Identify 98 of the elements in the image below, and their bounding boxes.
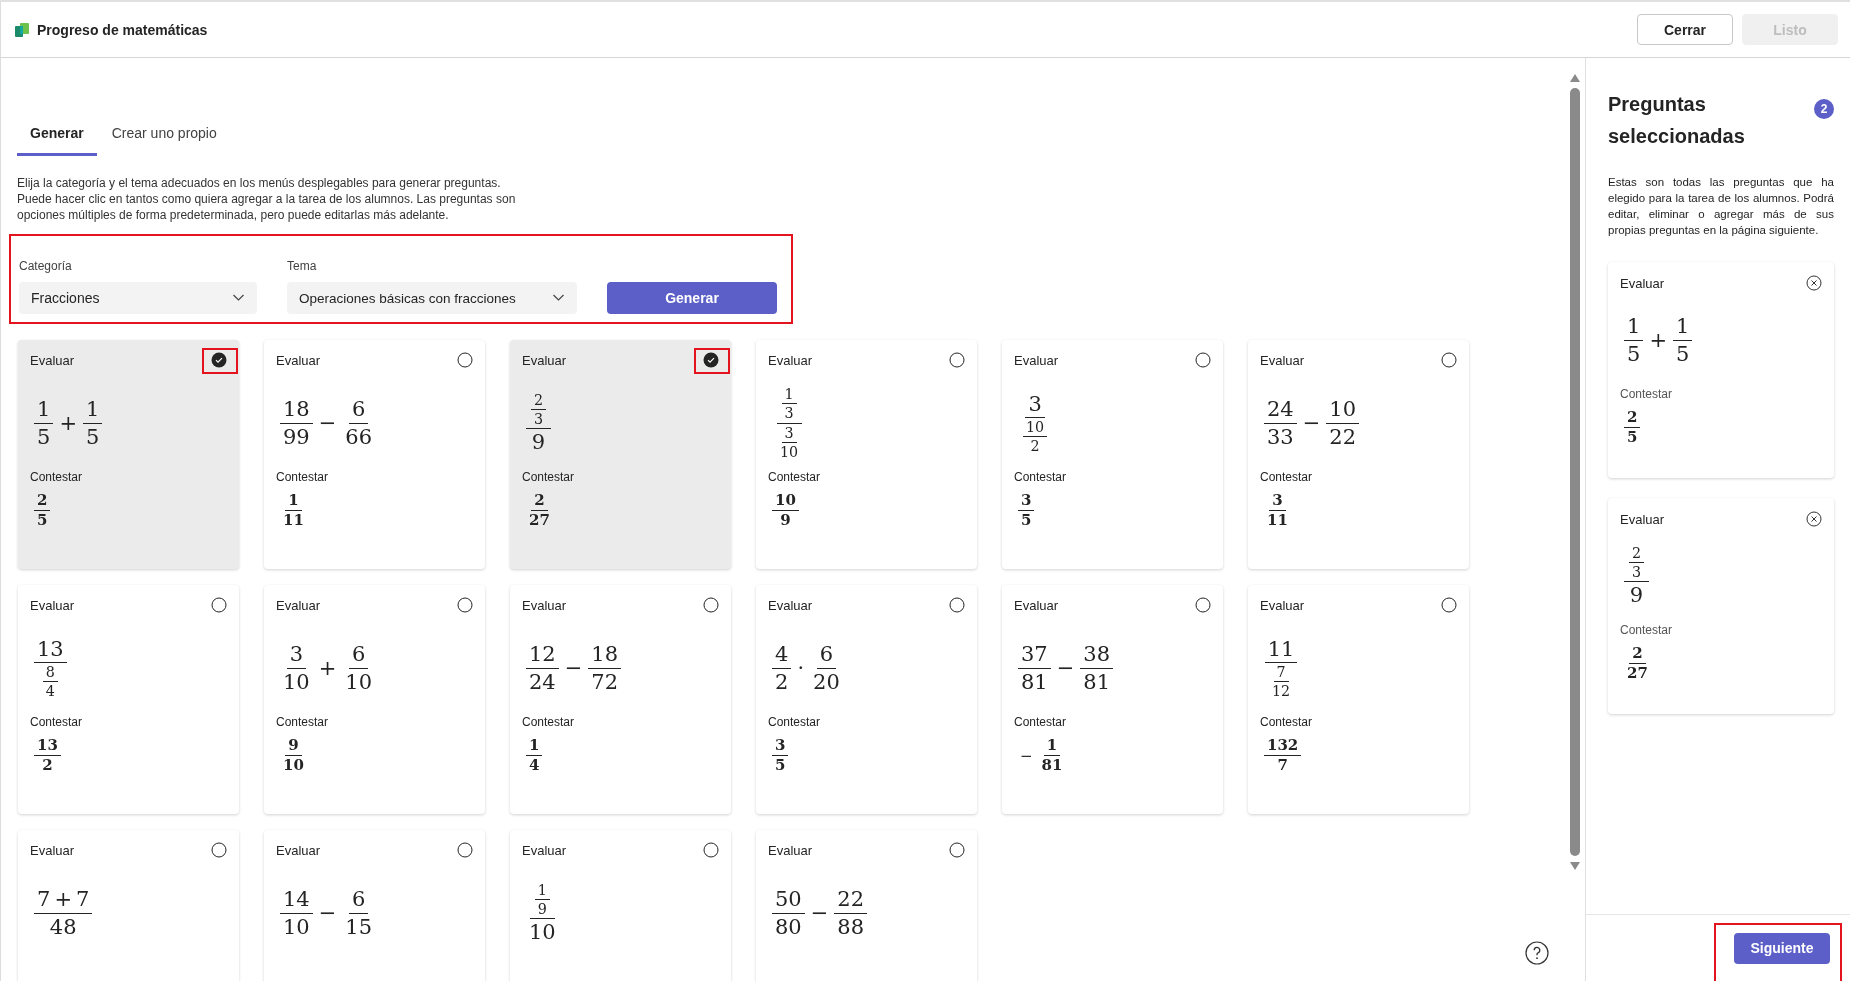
question-card[interactable]: Evaluar 2 3 9 Contestar 2 27 [510, 340, 731, 569]
question-card[interactable]: Evaluar 1 3 3 10 Contestar 10 9 [756, 340, 977, 569]
question-card[interactable]: Evaluar 13 8 4 Contestar 13 2 [18, 585, 239, 814]
answer-label: Contestar [768, 715, 821, 729]
card-label: Evaluar [1620, 275, 1665, 291]
radio-circle-icon[interactable] [211, 842, 227, 858]
card-label: Evaluar [30, 597, 75, 613]
count-badge: 2 [1814, 99, 1834, 119]
card-label: Evaluar [522, 842, 567, 858]
answer-label: Contestar [768, 470, 821, 484]
radio-circle-icon[interactable] [949, 352, 965, 368]
tab[interactable]: Crear uno propio [98, 121, 230, 156]
field-label: Categoría [19, 259, 73, 273]
math-answer: 9 10 [282, 737, 305, 775]
answer-label: Contestar [30, 715, 83, 729]
dropdown[interactable]: Operaciones básicas con fracciones [287, 282, 577, 314]
math-expression: 13 8 4 [30, 637, 69, 699]
card-label: Evaluar [768, 597, 813, 613]
scrollbar-thumb[interactable] [1570, 88, 1580, 856]
generate-button[interactable]: Generar [607, 282, 777, 314]
answer-label: Contestar [1260, 470, 1313, 484]
radio-circle-icon[interactable] [1195, 597, 1211, 613]
answer-label: Contestar [276, 715, 329, 729]
math-answer: 2 5 [30, 492, 53, 530]
math-expression: 2 3 9 [1620, 545, 1652, 607]
radio-circle-icon[interactable] [457, 597, 473, 613]
answer-label: Contestar [522, 715, 575, 729]
math-answer: 1 11 [282, 492, 305, 530]
math-answer: 2 27 [528, 492, 551, 530]
answer-label: Contestar [1620, 387, 1673, 401]
card-label: Evaluar [276, 597, 321, 613]
math-expression: 7 + 7 48 [30, 882, 95, 944]
radio-circle-icon[interactable] [1441, 352, 1457, 368]
checked-circle-icon[interactable] [703, 352, 719, 368]
next-button[interactable]: Siguiente [1734, 932, 1830, 964]
scroll-up-icon[interactable] [1570, 74, 1580, 82]
math-answer: 2 5 [1620, 409, 1643, 447]
card-label: Evaluar [30, 842, 75, 858]
question-card[interactable]: Evaluar 7 + 7 48 [18, 830, 239, 981]
answer-label: Contestar [1620, 623, 1673, 637]
app-title: Progreso de matemáticas [37, 21, 208, 38]
panel-description: Estas son todas las preguntas que ha elegido para la tarea de los alumnos. Podrá editar, eliminar o agregar más de sus propias preguntas en la página siguiente. [1608, 175, 1834, 238]
header-button[interactable]: Cerrar [1637, 14, 1733, 45]
math-expression: 2 3 9 [522, 392, 554, 454]
card-label: Evaluar [768, 842, 813, 858]
tab[interactable]: Generar [17, 121, 97, 156]
radio-circle-icon[interactable] [703, 597, 719, 613]
card-label: Evaluar [1014, 597, 1059, 613]
chevron-down-icon [552, 294, 565, 302]
radio-circle-icon[interactable] [457, 842, 473, 858]
card-label: Evaluar [276, 352, 321, 368]
answer-label: Contestar [30, 470, 83, 484]
remove-icon[interactable] [1806, 275, 1822, 291]
card-label: Evaluar [1260, 597, 1305, 613]
radio-circle-icon[interactable] [703, 842, 719, 858]
question-card[interactable]: Evaluar 3 10 2 Contestar 3 5 [1002, 340, 1223, 569]
math-answer: 10 9 [768, 492, 801, 530]
math-expression: 11 7 12 [1260, 637, 1301, 699]
question-card[interactable]: Evaluar 1 9 10 [510, 830, 731, 981]
question-card[interactable]: Evaluar 11 7 12 Contestar 132 7 [1248, 585, 1469, 814]
math-answer: 3 5 [1014, 492, 1037, 530]
radio-circle-icon[interactable] [457, 352, 473, 368]
answer-label: Contestar [1260, 715, 1313, 729]
radio-circle-icon[interactable] [949, 597, 965, 613]
radio-circle-icon[interactable] [211, 597, 227, 613]
math-answer: 3 5 [768, 737, 791, 775]
card-label: Evaluar [768, 352, 813, 368]
answer-label: Contestar [276, 470, 329, 484]
chevron-down-icon [232, 294, 245, 302]
answer-label: Contestar [1014, 715, 1067, 729]
checked-circle-icon[interactable] [211, 352, 227, 368]
math-expression: 3 10 2 [1014, 392, 1055, 454]
app-logo-icon [15, 22, 29, 37]
card-label: Evaluar [1260, 352, 1305, 368]
math-expression: 1 9 10 [528, 882, 557, 944]
answer-label: Contestar [522, 470, 575, 484]
math-answer: 2 27 [1626, 645, 1649, 683]
card-label: Evaluar [276, 842, 321, 858]
answer-label: Contestar [1014, 470, 1067, 484]
radio-circle-icon[interactable] [949, 842, 965, 858]
instructions-text: Elija la categoría y el tema adecuados en los menús desplegables para generar preguntas. Puede hacer clic en tantos como quiera agregar a la tarea de los alumnos. Las preguntas son opciones múltiples de forma predeterminada, pero puede editarlas más adelante. [17, 175, 517, 223]
math-answer: 13 2 [30, 737, 63, 775]
field-label: Tema [287, 259, 318, 273]
panel-title: Preguntas seleccionadas [1608, 92, 1746, 149]
remove-icon[interactable] [1806, 511, 1822, 527]
card-label: Evaluar [522, 352, 567, 368]
dropdown[interactable]: Fracciones [19, 282, 257, 314]
help-icon[interactable] [1525, 941, 1549, 965]
math-answer: 1 4 [522, 737, 545, 775]
card-label: Evaluar [522, 597, 567, 613]
card-label: Evaluar [1014, 352, 1059, 368]
scroll-down-icon[interactable] [1570, 862, 1580, 870]
card-label: Evaluar [30, 352, 75, 368]
card-label: Evaluar [1620, 511, 1665, 527]
math-answer: 132 7 [1260, 737, 1304, 775]
radio-circle-icon[interactable] [1441, 597, 1457, 613]
radio-circle-icon[interactable] [1195, 352, 1211, 368]
math-answer: 3 11 [1266, 492, 1289, 530]
